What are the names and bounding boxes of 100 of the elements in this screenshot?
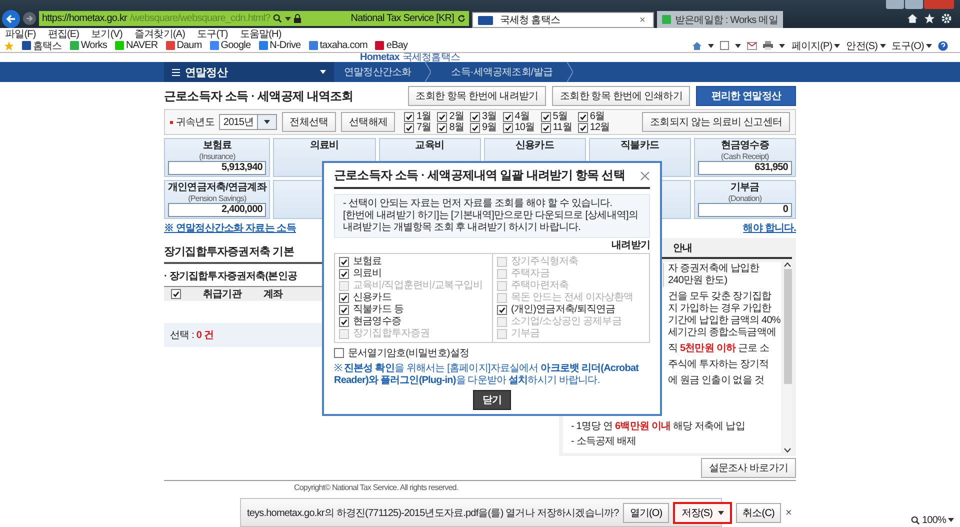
menu-item[interactable]: 도구(T)	[197, 26, 228, 40]
guide-text: 건을 모두 갖춘 장기집합	[668, 291, 772, 303]
checkbox[interactable]	[404, 112, 414, 122]
refresh-icon[interactable]	[457, 14, 466, 23]
command-menu[interactable]: 페이지(P)	[791, 38, 840, 52]
checkbox[interactable]	[497, 305, 507, 315]
caret-icon	[320, 70, 326, 74]
option-label: 직불카드 등	[353, 304, 404, 316]
close-icon[interactable]	[640, 170, 650, 180]
checkbox[interactable]	[578, 122, 588, 132]
checkbox[interactable]	[540, 122, 551, 132]
download-button[interactable]: 저장(S)	[673, 502, 732, 524]
favorites-star-icon[interactable]	[4, 40, 14, 50]
favorite-link[interactable]: NAVER	[114, 40, 158, 51]
menu-item[interactable]: 도움말(H)	[240, 26, 282, 40]
browser-tab[interactable]: 국세청 홈택스 ×	[472, 12, 654, 28]
menu-item[interactable]: 파일(F)	[5, 26, 36, 40]
column-header: 취급기관	[203, 288, 242, 301]
menu-item[interactable]: 편집(E)	[48, 26, 80, 40]
site-logo[interactable]: Hometax	[360, 53, 400, 62]
survey-button[interactable]: 설문조사 바로가기	[700, 458, 796, 478]
favorite-link[interactable]: taxaha.com	[308, 40, 368, 51]
checkbox[interactable]	[470, 122, 480, 132]
home-icon[interactable]	[907, 13, 918, 24]
forward-button[interactable]	[23, 12, 36, 25]
month-label: 1월	[416, 111, 432, 122]
checkbox[interactable]	[339, 257, 349, 267]
download-button[interactable]: 열기(O)	[622, 502, 670, 522]
checkbox[interactable]	[339, 293, 349, 303]
option-label: 주택마련저축	[511, 280, 569, 292]
home-page-icon[interactable]	[692, 40, 702, 50]
notice-text: ※ 진본성 확인을 위해서는 [홈페이지]자료실에서 아크로뱃 리더(Acrobat Reader)와 플러그인(Plug-in)을 다운받아 설치하시기 바랍니다.	[334, 363, 640, 387]
checkbox[interactable]	[171, 289, 181, 299]
print-icon[interactable]	[763, 41, 774, 50]
menu-dropdown[interactable]: 연말정산	[164, 62, 334, 82]
address-bar[interactable]: https://hometax.go.kr /websquare/websquare_cdn.html? National Tax Service [KR]	[39, 11, 469, 26]
window-controls[interactable]	[886, 0, 954, 9]
guide-text: 직 5천만원 이하 근로 소	[668, 343, 770, 355]
checkbox[interactable]	[339, 305, 349, 315]
scroll-down-icon[interactable]	[784, 448, 791, 453]
favorite-link[interactable]: N-Drive	[258, 40, 301, 51]
settings-icon[interactable]	[941, 13, 952, 24]
arrow-icon	[6, 14, 16, 24]
card-label: 의료비	[310, 140, 339, 152]
month-label: 12월	[590, 122, 610, 133]
command-menu[interactable]: 도구(O)	[892, 38, 932, 52]
checkbox[interactable]	[502, 122, 513, 132]
option-label: 보험료	[353, 256, 382, 268]
checkbox[interactable]	[502, 112, 513, 122]
notice-link[interactable]: 해야 합니다.	[743, 221, 796, 235]
card-english-label: (Donation)	[728, 194, 762, 203]
close-button[interactable]: ×	[785, 506, 792, 518]
download-button[interactable]: 취소(C)	[736, 502, 782, 522]
scroll-up-icon[interactable]	[784, 262, 791, 267]
option-label: 의료비	[353, 268, 382, 280]
close-tab-button[interactable]: ×	[636, 14, 648, 26]
menu-item[interactable]: 보기(V)	[91, 26, 122, 40]
action-button[interactable]: 조회한 항목 한번에 인쇄하기	[552, 86, 690, 106]
checkbox[interactable]	[339, 317, 349, 327]
clear-selection-button[interactable]: 선택해제	[341, 112, 396, 132]
amount-field: 631,950	[698, 161, 792, 175]
mail-icon[interactable]	[747, 42, 758, 50]
year-select[interactable]: 2015년	[219, 114, 277, 130]
checkbox[interactable]	[578, 112, 588, 122]
browser-tab[interactable]: 받은메일함 : Works 메일	[657, 11, 783, 28]
zoom-icon[interactable]	[911, 516, 920, 524]
checkbox[interactable]	[404, 122, 414, 132]
guide-text: 주식에 투자하는 장기적	[668, 359, 769, 371]
select-all-button[interactable]: 전체선택	[282, 112, 336, 132]
favorite-link[interactable]: eBay	[375, 40, 408, 51]
checkbox[interactable]	[540, 112, 551, 122]
report-center-button[interactable]: 조회되지 않는 의료비 신고센터	[642, 112, 790, 132]
favorite-link[interactable]: 홈택스	[22, 38, 62, 52]
star-icon[interactable]	[924, 13, 935, 24]
breadcrumb-link[interactable]: 연말정산간소화	[344, 65, 412, 79]
close-button[interactable]: 닫기	[473, 390, 511, 410]
section-subtitle: · 장기집합투자증권저축(본인공	[164, 270, 298, 283]
breadcrumb-link[interactable]: 소득·세액공제조회/발급	[451, 65, 553, 79]
action-button[interactable]: 조회한 항목 한번에 내려받기	[408, 86, 546, 106]
back-button[interactable]	[2, 10, 20, 28]
lock-icon	[294, 14, 302, 23]
zoom-level[interactable]: 100%	[922, 514, 946, 526]
checkbox[interactable]	[339, 269, 349, 279]
action-button[interactable]: 편리한 연말정산	[696, 86, 796, 106]
card-label: 개인연금저축/연금계좌	[168, 182, 266, 194]
site-favicon-icon	[478, 16, 493, 24]
bullet-icon	[170, 120, 173, 124]
checkbox[interactable]	[334, 348, 344, 358]
checkbox[interactable]	[470, 112, 480, 122]
scrollbar[interactable]	[783, 262, 792, 453]
command-menu[interactable]: 안전(S)	[846, 38, 886, 52]
checkbox[interactable]	[437, 122, 448, 132]
card-label: 교육비	[415, 140, 444, 152]
checkbox[interactable]	[437, 112, 448, 122]
favorite-link[interactable]: Works	[70, 40, 107, 51]
favorite-link[interactable]: Daum	[166, 40, 202, 51]
favorite-link[interactable]: Google	[210, 40, 251, 51]
help-icon[interactable]	[938, 40, 948, 50]
card-label: 현금영수증	[720, 140, 769, 152]
menu-item[interactable]: 즐겨찾기(A)	[134, 26, 185, 40]
